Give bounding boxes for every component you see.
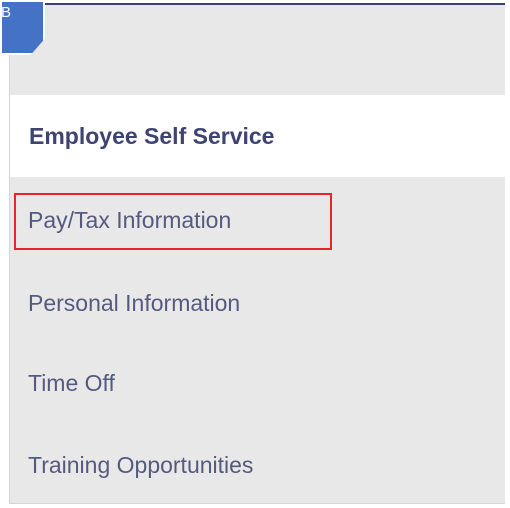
navigation-menu (9, 3, 505, 504)
screenshot-panel: B Employee Self Service Pay/Tax Informat… (0, 0, 510, 508)
section-title: Employee Self Service (29, 123, 275, 149)
menu-item-pay-tax-information[interactable]: Pay/Tax Information (28, 206, 231, 234)
menu-item-training-opportunities[interactable]: Training Opportunities (28, 451, 253, 479)
menu-item-personal-information[interactable]: Personal Information (28, 289, 240, 317)
menu-section-header: Employee Self Service (10, 95, 510, 177)
menu-item-time-off[interactable]: Time Off (28, 369, 115, 397)
step-badge-label: B (1, 4, 12, 21)
